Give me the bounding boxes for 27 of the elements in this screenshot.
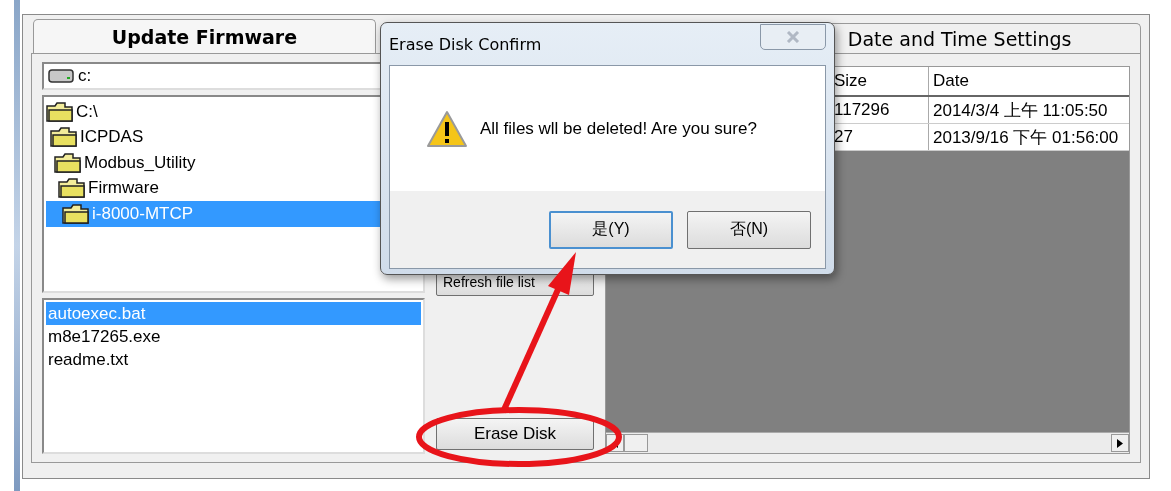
erase-disk-button[interactable]: Erase Disk — [436, 418, 594, 450]
folder-tree-item[interactable]: C:\ — [46, 99, 421, 125]
dialog-message: All files wll be deleted! Are you sure? — [480, 118, 757, 139]
table-cell-text: 2013/9/16 下午 01:56:00 — [932, 126, 1120, 149]
close-icon[interactable] — [786, 31, 800, 43]
scroll-right-icon[interactable] — [1117, 438, 1123, 448]
folder-icon — [50, 127, 78, 148]
folder-icon — [58, 178, 86, 199]
warning-icon — [426, 109, 468, 148]
folder-icon — [46, 101, 74, 122]
folder-icon — [62, 203, 90, 224]
horizontal-scrollbar[interactable] — [606, 432, 1129, 453]
tab[interactable]: Update Firmware — [33, 19, 376, 53]
dialog-button[interactable]: 是(Y) — [549, 210, 673, 249]
table-cell-text: 2014/3/4 上午 11:05:50 — [932, 99, 1109, 122]
folder-tree-item[interactable]: Modbus_Utility — [46, 150, 421, 176]
column-header[interactable]: Date — [929, 67, 1129, 95]
dialog-title: Erase Disk Confirm — [389, 34, 542, 54]
file-item[interactable]: readme.txt — [46, 348, 421, 371]
folder-tree-item[interactable]: Firmware — [46, 175, 421, 201]
close-button[interactable] — [760, 24, 826, 50]
dialog-button[interactable]: 否(N) — [687, 210, 811, 249]
scroll-thumb[interactable] — [624, 434, 648, 452]
drive-icon — [48, 69, 74, 83]
folder-icon — [54, 152, 82, 173]
folder-tree-item[interactable]: ICPDAS — [46, 124, 421, 150]
file-item[interactable]: m8e17265.exe — [46, 325, 421, 348]
